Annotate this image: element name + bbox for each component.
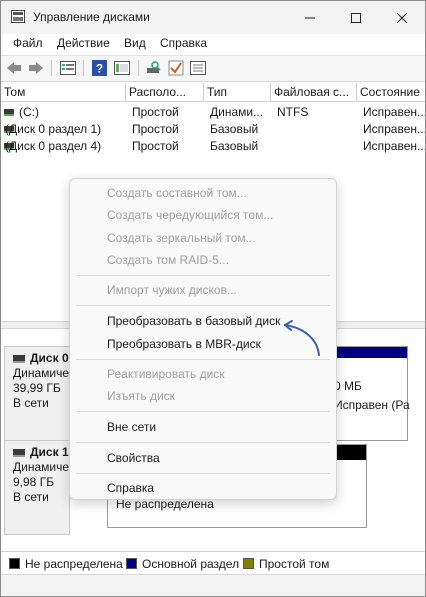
volume-type: Динами...: [210, 105, 264, 119]
menu-separator: [76, 411, 330, 412]
disk-type: Динамиче: [13, 460, 70, 474]
back-arrow-icon: [7, 62, 21, 74]
menu-file[interactable]: Файл: [13, 36, 43, 50]
volume-type: Базовый: [210, 139, 259, 153]
volume-layout: Простой: [132, 122, 179, 136]
console-button[interactable]: [113, 59, 131, 77]
disk-name: Диск 0: [30, 351, 69, 365]
partition-size: 0 МБ: [334, 379, 362, 393]
disk-status: В сети: [13, 490, 49, 504]
volume-name: (C:): [19, 105, 39, 119]
menu-separator: [76, 275, 330, 276]
partition-status: Исправен (Ра: [334, 398, 410, 412]
disk-name: Диск 1: [30, 445, 69, 459]
column-header-layout[interactable]: Располо...: [126, 83, 204, 102]
menu-action[interactable]: Действие: [57, 36, 110, 50]
maximize-button[interactable]: [333, 1, 379, 34]
menu-create-raid5[interactable]: Создать том RAID-5...: [107, 252, 229, 268]
toolbar-separator: [51, 60, 52, 76]
list-button[interactable]: [189, 59, 207, 77]
menu-reactivate-disk[interactable]: Реактивировать диск: [107, 366, 225, 382]
disk-0-label[interactable]: Диск 0 Динамиче 39,99 ГБ В сети: [4, 346, 70, 441]
volume-type: Базовый: [210, 122, 259, 136]
minimize-button[interactable]: [287, 1, 333, 34]
menu-create-spanned[interactable]: Создать составной том...: [107, 185, 247, 201]
help-button[interactable]: ?: [90, 59, 108, 77]
check-button[interactable]: [167, 59, 185, 77]
legend-swatch-primary: [126, 558, 137, 569]
volume-name: (Диск 0 раздел 1): [5, 122, 102, 136]
volume-filesystem: NTFS: [277, 105, 309, 119]
disk-icon: [13, 448, 25, 457]
forward-arrow-icon: [29, 62, 43, 74]
disk-size: 9,98 ГБ: [13, 475, 55, 489]
menu-separator: [76, 305, 330, 306]
toolbar-separator: [138, 60, 139, 76]
menu-remove-disk[interactable]: Изъять диск: [107, 388, 175, 404]
legend-label: Простой том: [259, 557, 330, 571]
legend-swatch-simple: [243, 558, 254, 569]
annotation-arrow-icon: [284, 320, 320, 356]
column-header-status[interactable]: Состояние: [357, 83, 425, 102]
toolbar-separator: [83, 60, 84, 76]
disk-management-window: Управление дисками Файл Действие Вид Спр…: [0, 0, 426, 597]
menu-help-item[interactable]: Справка: [107, 480, 154, 496]
volume-status: Исправен...: [363, 139, 425, 153]
maximize-icon: [351, 12, 361, 23]
check-icon: [168, 60, 184, 76]
disk-1-label[interactable]: Диск 1 Динамиче 9,98 ГБ В сети: [4, 440, 70, 535]
disk-icon: [13, 354, 25, 363]
help-icon: ?: [91, 60, 107, 76]
legend-swatch-unallocated: [9, 558, 20, 569]
close-icon: [397, 12, 407, 23]
console-icon: [114, 61, 130, 75]
menu-separator: [76, 359, 330, 360]
legend-label: Не распределена: [25, 557, 123, 571]
table-row[interactable]: (C:) Простой Динами... NTFS Исправен...: [1, 104, 425, 121]
disk-size: 39,99 ГБ: [13, 381, 61, 395]
status-bar: [1, 574, 425, 596]
table-row[interactable]: (Диск 0 раздел 1) Простой Базовый Исправ…: [1, 121, 425, 138]
menu-separator: [76, 442, 330, 443]
close-button[interactable]: [379, 1, 425, 34]
volume-status: Исправен...: [363, 122, 425, 136]
toolbar: ?: [1, 55, 425, 82]
legend-label: Основной раздел: [142, 557, 240, 571]
menu-help[interactable]: Справка: [160, 36, 207, 50]
menu-create-mirrored[interactable]: Создать зеркальный том...: [107, 230, 256, 246]
menu-convert-basic[interactable]: Преобразовать в базовый диск: [107, 313, 280, 329]
disk-search-icon: [147, 61, 161, 73]
menu-create-striped[interactable]: Создать чередующийся том...: [107, 207, 273, 223]
menu-separator: [76, 473, 330, 474]
legend: Не распределена Основной раздел Простой …: [1, 551, 425, 574]
svg-text:?: ?: [95, 62, 102, 76]
back-button[interactable]: [5, 59, 23, 77]
properties-button[interactable]: [59, 59, 77, 77]
disk-status: В сети: [13, 396, 49, 410]
menu-view[interactable]: Вид: [124, 36, 146, 50]
disk-type: Динамиче: [13, 366, 70, 380]
list-icon: [190, 61, 206, 75]
menu-properties[interactable]: Свойства: [107, 450, 160, 466]
minimize-icon: [305, 17, 315, 18]
volume-status: Исправен...: [363, 105, 425, 119]
volume-layout: Простой: [132, 139, 179, 153]
title-bar: Управление дисками: [1, 1, 425, 34]
menu-offline[interactable]: Вне сети: [107, 419, 156, 435]
properties-list-icon: [60, 61, 76, 75]
volume-icon: [4, 109, 14, 116]
volume-layout: Простой: [132, 105, 179, 119]
window-title: Управление дисками: [33, 10, 150, 24]
column-header-volume[interactable]: Том: [1, 83, 126, 102]
column-header-type[interactable]: Тип: [204, 83, 271, 102]
menu-import-foreign[interactable]: Импорт чужих дисков...: [107, 282, 237, 298]
rescan-button[interactable]: [145, 59, 163, 77]
volume-name: (Диск 0 раздел 4): [5, 139, 102, 153]
menu-bar: Файл Действие Вид Справка: [1, 34, 425, 54]
forward-button[interactable]: [27, 59, 45, 77]
table-row[interactable]: (Диск 0 раздел 4) Простой Базовый Исправ…: [1, 138, 425, 155]
column-header-filesystem[interactable]: Файловая с...: [271, 83, 357, 102]
disk-management-app-icon: [11, 10, 25, 23]
menu-convert-mbr[interactable]: Преобразовать в MBR-диск: [107, 336, 261, 352]
